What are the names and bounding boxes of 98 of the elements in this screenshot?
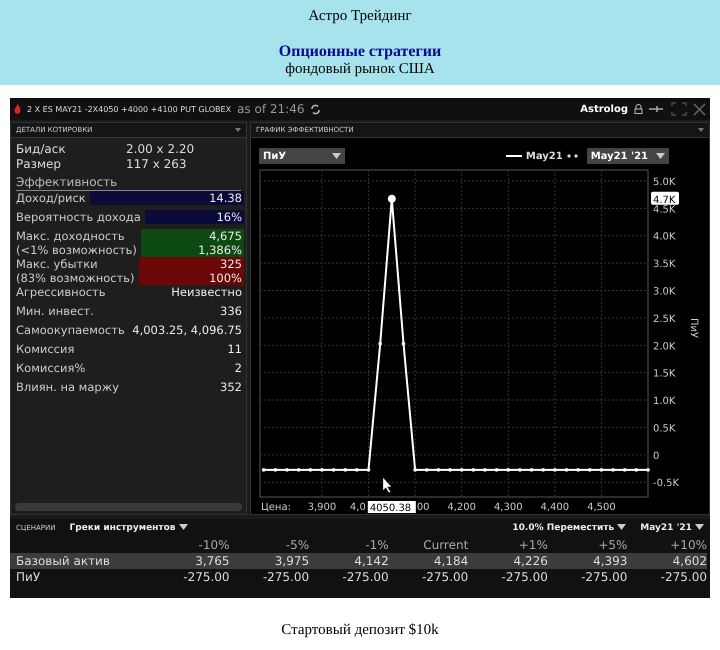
metric-label: Влиян. на маржу: [16, 380, 119, 394]
date-dropdown[interactable]: May21 '21: [586, 148, 669, 164]
quote-label: Размер: [16, 157, 62, 171]
x-axis-label: Цена:: [261, 502, 291, 513]
column-header: Current: [422, 537, 468, 553]
lock-icon[interactable]: [634, 104, 643, 114]
table-cell-text: -275.00: [660, 569, 707, 585]
column-header: +10%: [669, 537, 707, 553]
quote-label: Бид/аск: [16, 142, 67, 156]
dots-icon: [566, 154, 579, 158]
y-tick-label: 1.5K: [653, 368, 676, 380]
metric-value: 11: [226, 342, 243, 356]
metric-dropdown[interactable]: ПиУ: [259, 148, 345, 164]
metric-label: Комиссия%: [16, 361, 86, 375]
quote-value: 117 x 263: [126, 157, 188, 171]
metric-label: Доход/риск: [16, 191, 86, 205]
value-tag: 4.7K: [651, 192, 679, 206]
metric-value: 16%: [144, 210, 244, 224]
timestamp: as of 21:46: [237, 102, 304, 116]
x-tick-label: 4,500: [587, 502, 616, 513]
page-caption: фондовый рынок США: [285, 61, 435, 78]
cursor-tag: 4050.38: [368, 501, 416, 513]
quote-value: 2.00 x 2.20: [126, 142, 196, 156]
metric-label: Макс. доходность (<1% возможность): [16, 229, 137, 257]
x-tick-label: 00: [416, 502, 430, 513]
caret-icon: [235, 128, 241, 132]
row-label[interactable]: ПиУ: [10, 569, 150, 585]
metric-value: 352: [219, 380, 243, 394]
table-cell: 4,393: [548, 553, 628, 569]
metric-value: 2: [234, 361, 243, 375]
y-tick-label: 3.0K: [653, 286, 676, 298]
caret-icon: [698, 128, 704, 132]
y-tick-label: -0.5K: [653, 478, 680, 490]
column-header: +1%: [518, 537, 548, 553]
table-cell: 4,226: [468, 553, 548, 569]
caret-icon: [332, 153, 341, 159]
column-header: -5%: [284, 537, 310, 553]
refresh-icon[interactable]: [310, 104, 322, 114]
y-tick-label: 5.0K: [653, 176, 676, 188]
metric-label: Вероятность дохода: [16, 210, 141, 224]
table-cell-text: -275.00: [580, 569, 628, 585]
y-tick-label: 0: [653, 450, 660, 462]
metric-value: 14.38: [90, 191, 244, 205]
page-subtitle: Опционные стратегии: [278, 43, 442, 61]
close-icon[interactable]: [693, 102, 706, 116]
shift-dropdown[interactable]: 10.0% Переместить: [512, 523, 626, 533]
column-header: -10%: [198, 537, 230, 553]
metric-label: Комиссия: [16, 342, 74, 356]
table-cell-text: -275.00: [500, 569, 548, 585]
caret-icon: [695, 524, 704, 530]
row-label[interactable]: Базовый актив: [10, 553, 150, 569]
instrument-title: 2 X ES MAY21 -2X4050 +4000 +4100 PUT GLOBEX: [27, 104, 232, 114]
y-tick-label: 1.0K: [653, 396, 676, 408]
metric-label: Самоокупаемость: [16, 323, 125, 337]
page-title: Астро Трейдинг: [308, 8, 412, 25]
metric-label: Агрессивность: [16, 285, 106, 299]
metric-value: 336: [219, 304, 243, 318]
y-tick-label: 2.0K: [653, 341, 676, 352]
table-cell: 4,602: [627, 553, 707, 569]
scrollbar[interactable]: [15, 503, 242, 511]
metric-label: Макс. убытки (83% возможность): [16, 257, 135, 285]
maximize-icon[interactable]: [671, 102, 687, 116]
y-tick-label: 4.0K: [653, 232, 676, 243]
date-dropdown[interactable]: May21 '21: [640, 523, 704, 533]
x-tick-label: 4,300: [494, 502, 523, 513]
metric-value: 4,003.25, 4,096.75: [131, 323, 243, 337]
table-cell: 3,975: [230, 553, 310, 569]
x-tick-label: 4,200: [447, 502, 476, 513]
y-tick-label: 3.5K: [653, 259, 676, 270]
x-tick-label: 4,0: [350, 502, 366, 513]
cursor-icon: [382, 476, 392, 494]
caret-icon: [178, 524, 188, 530]
y-tick-label: 2.5K: [653, 314, 676, 325]
metric-value: 4,675 1,386%: [140, 229, 244, 257]
table-cell-text: -275.00: [182, 569, 230, 585]
metric-label: Мин. инвест.: [16, 304, 94, 318]
metric-value: Неизвестно: [170, 285, 243, 299]
table-cell-text: -275.00: [341, 569, 389, 585]
metric-value: 325 100%: [138, 257, 244, 285]
view-dropdown[interactable]: Греки инструментов: [70, 523, 188, 533]
legend-label: May21: [526, 150, 563, 162]
column-header: +5%: [597, 537, 628, 553]
table-cell-text: -275.00: [420, 569, 468, 585]
y-axis-label: ПиУ: [688, 318, 699, 338]
footer-text: Стартовый депозит $10k: [280, 622, 440, 639]
y-tick-label: 4.5K: [653, 204, 676, 216]
caret-icon: [617, 524, 626, 530]
account-name[interactable]: Astrolog: [580, 104, 628, 114]
table-cell: 4,184: [388, 553, 468, 569]
legend-line-icon: [506, 155, 522, 157]
table-cell-text: -275.00: [262, 569, 310, 585]
table-cell: 3,765: [150, 553, 230, 569]
column-header: -1%: [364, 537, 389, 553]
x-tick-label: 3,900: [308, 502, 336, 513]
y-tick-label: 0.5K: [653, 423, 676, 434]
table-cell: 4,142: [309, 553, 389, 569]
x-tick-label: 4,400: [540, 502, 570, 513]
caret-icon: [656, 153, 665, 159]
